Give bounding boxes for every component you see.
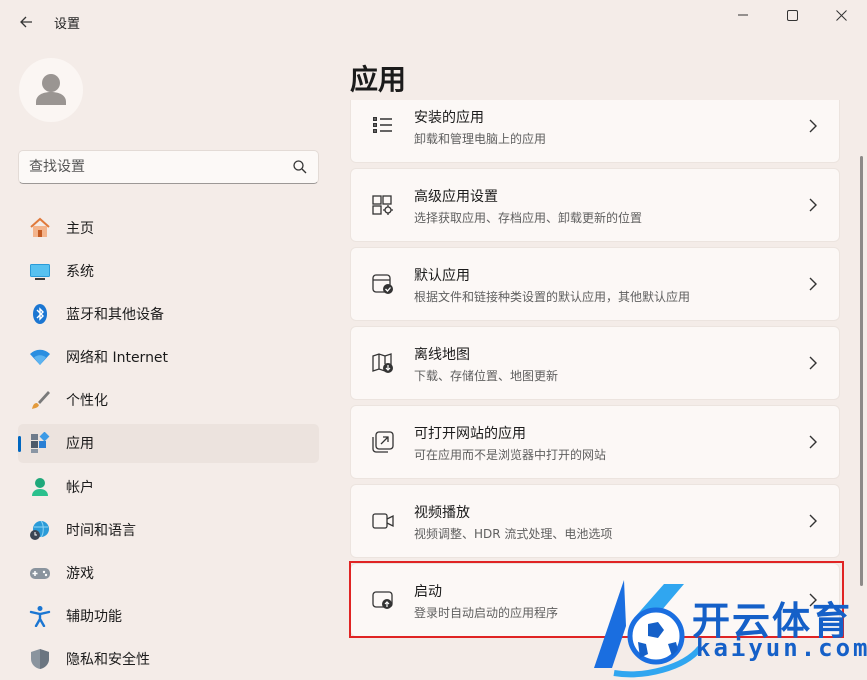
bluetooth-icon	[28, 302, 52, 326]
sidebar-item-system[interactable]: 系统	[18, 251, 319, 290]
shield-icon	[28, 647, 52, 671]
sidebar-item-time-language[interactable]: 时间和语言	[18, 510, 319, 549]
sidebar-item-label: 系统	[66, 263, 94, 280]
card-title: 安装的应用	[414, 110, 484, 126]
back-button[interactable]	[14, 10, 38, 34]
sidebar-item-home[interactable]: 主页	[18, 208, 319, 247]
settings-card-installed-apps[interactable]: 安装的应用 卸载和管理电脑上的应用	[350, 100, 840, 163]
maximize-button[interactable]	[769, 4, 815, 26]
minimize-icon	[738, 14, 748, 16]
search-input[interactable]	[29, 157, 279, 177]
chevron-right-icon	[809, 198, 817, 212]
card-subtitle: 可在应用而不是浏览器中打开的网站	[414, 448, 607, 462]
sidebar-item-label: 时间和语言	[66, 522, 136, 539]
sidebar-item-label: 隐私和安全性	[66, 652, 150, 669]
scrollbar[interactable]	[860, 156, 863, 586]
sidebar-item-accounts[interactable]: 帐户	[18, 467, 319, 506]
sidebar-item-label: 个性化	[66, 393, 108, 410]
settings-card-video-playback[interactable]: 视频播放 视频调整、HDR 流式处理、电池选项	[350, 484, 840, 558]
user-avatar-icon	[36, 74, 66, 105]
page-title: 应用	[350, 63, 407, 96]
apps-icon	[28, 431, 52, 455]
card-title: 默认应用	[414, 268, 470, 284]
title-bar: 设置	[0, 0, 867, 44]
sidebar-item-label: 蓝牙和其他设备	[66, 306, 164, 323]
sidebar-item-label: 网络和 Internet	[66, 350, 169, 367]
card-subtitle: 根据文件和链接种类设置的默认应用，其他默认应用	[414, 290, 691, 304]
sidebar-item-label: 帐户	[66, 479, 94, 496]
sidebar-item-label: 主页	[66, 220, 94, 237]
arrow-left-icon	[20, 16, 32, 28]
settings-card-offline-maps[interactable]: 离线地图 下载、存储位置、地图更新	[350, 326, 840, 400]
chevron-right-icon	[809, 435, 817, 449]
settings-card-advanced-app-settings[interactable]: 高级应用设置 选择获取应用、存档应用、卸载更新的位置	[350, 168, 840, 242]
sidebar-item-apps[interactable]: 应用	[18, 423, 319, 463]
chevron-right-icon	[809, 277, 817, 291]
sidebar-item-label: 辅助功能	[66, 609, 122, 626]
card-title: 可打开网站的应用	[414, 426, 526, 442]
sidebar-item-label: 应用	[66, 436, 94, 453]
sidebar-nav: 主页 系统 蓝牙和其他设备 网络和 Internet 个性化 应用 帐户 时间和…	[18, 208, 319, 680]
chevron-right-icon	[809, 119, 817, 133]
app-title: 设置	[54, 17, 81, 32]
video-icon	[372, 513, 394, 529]
avatar[interactable]	[19, 58, 83, 122]
map-icon	[372, 353, 393, 373]
watermark-logo-icon	[594, 580, 703, 678]
globe-clock-icon	[28, 518, 52, 542]
user-icon	[28, 475, 52, 499]
card-title: 离线地图	[414, 347, 470, 363]
default-apps-icon	[372, 274, 393, 294]
close-button[interactable]	[818, 4, 864, 26]
chevron-right-icon	[809, 514, 817, 528]
settings-card-apps-for-websites[interactable]: 可打开网站的应用 可在应用而不是浏览器中打开的网站	[350, 405, 840, 479]
search-box[interactable]	[18, 150, 319, 184]
sidebar-item-accessibility[interactable]: 辅助功能	[18, 597, 319, 636]
chevron-right-icon	[809, 356, 817, 370]
sidebar-item-bluetooth[interactable]: 蓝牙和其他设备	[18, 294, 319, 333]
card-subtitle: 视频调整、HDR 流式处理、电池选项	[414, 527, 613, 541]
card-subtitle: 下载、存储位置、地图更新	[414, 369, 559, 383]
sidebar-item-gaming[interactable]: 游戏	[18, 554, 319, 593]
search-icon[interactable]	[292, 159, 308, 175]
sidebar-item-network[interactable]: 网络和 Internet	[18, 338, 319, 377]
sidebar-item-privacy[interactable]: 隐私和安全性	[18, 640, 319, 679]
accessibility-icon	[28, 604, 52, 628]
app-settings-icon	[372, 195, 393, 215]
card-subtitle: 选择获取应用、存档应用、卸载更新的位置	[414, 211, 643, 225]
watermark-url: kaiyun.com	[696, 634, 867, 662]
monitor-icon	[28, 259, 52, 283]
card-title: 视频播放	[414, 505, 470, 521]
open-link-icon	[372, 431, 394, 453]
home-icon	[28, 216, 52, 240]
maximize-icon	[786, 9, 798, 21]
gamepad-icon	[28, 561, 52, 585]
settings-card-default-apps[interactable]: 默认应用 根据文件和链接种类设置的默认应用，其他默认应用	[350, 247, 840, 321]
close-icon	[835, 9, 847, 21]
card-title: 高级应用设置	[414, 189, 498, 205]
sidebar-item-personalization[interactable]: 个性化	[18, 381, 319, 420]
minimize-button[interactable]	[720, 4, 766, 26]
card-subtitle: 卸载和管理电脑上的应用	[414, 132, 547, 146]
brush-icon	[28, 388, 52, 412]
list-icon	[373, 117, 392, 133]
sidebar-item-label: 游戏	[66, 566, 94, 582]
wifi-icon	[28, 345, 52, 369]
watermark: 开云体育 kaiyun.com	[584, 578, 867, 680]
